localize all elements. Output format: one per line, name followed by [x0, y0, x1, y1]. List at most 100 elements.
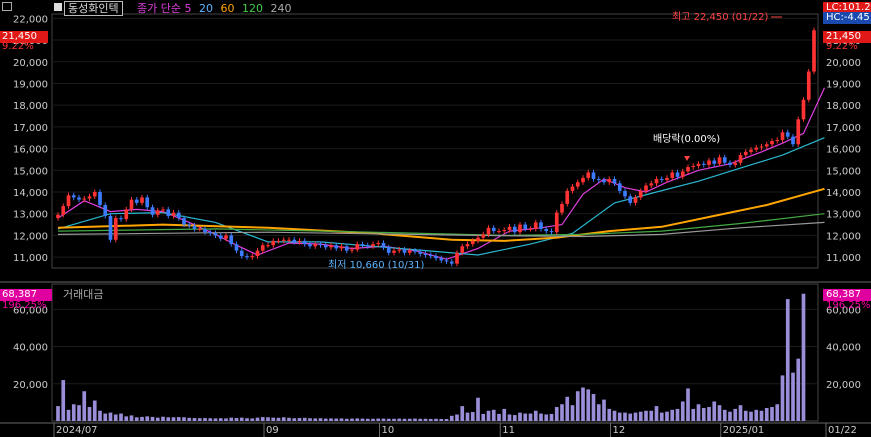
- volume-tick-label-right: 20,000: [826, 380, 861, 391]
- volume-bar: [449, 415, 454, 421]
- volume-bar: [71, 404, 76, 421]
- volume-bar: [92, 400, 97, 421]
- volume-bar: [176, 417, 181, 421]
- volume-bar: [239, 417, 244, 421]
- volume-bar: [302, 417, 307, 421]
- x-tick-label: 2024/07: [56, 425, 98, 436]
- volume-bar: [98, 410, 102, 421]
- candle-body: [166, 209, 171, 216]
- volume-bar: [134, 417, 139, 421]
- candle-body: [66, 195, 71, 207]
- candle-body: [455, 252, 459, 264]
- volume-bar: [486, 410, 491, 421]
- price-tick-label-left: 18,000: [13, 101, 48, 112]
- candle-body: [113, 218, 118, 240]
- candle-body: [649, 183, 654, 186]
- volume-tick-label-right: 40,000: [826, 343, 861, 354]
- candle-body: [234, 244, 239, 251]
- volume-bar: [208, 418, 213, 421]
- volume-bar: [197, 418, 202, 421]
- dividend-annotation: 배당락(0.00%): [653, 133, 720, 145]
- volume-bar: [591, 394, 596, 421]
- volume-bar: [623, 412, 627, 421]
- candle-body: [570, 186, 575, 191]
- price-tick-label-right: 12,000: [826, 231, 861, 242]
- candle-body: [497, 231, 501, 233]
- volume-bar: [292, 418, 297, 421]
- menu-icon[interactable]: [2, 2, 12, 11]
- volume-bar: [586, 389, 591, 421]
- candle-body: [182, 218, 186, 225]
- volume-bar: [764, 407, 769, 421]
- price-tick-label-right: 16,000: [826, 145, 861, 156]
- candle-body: [213, 233, 218, 236]
- candle-body: [365, 245, 370, 247]
- candle-body: [187, 224, 192, 226]
- volume-bar: [560, 404, 564, 421]
- volume-bar: [402, 418, 407, 421]
- volume-bar: [680, 401, 685, 421]
- volume-bar: [539, 413, 543, 421]
- candle-body: [140, 197, 144, 203]
- candle-body: [434, 256, 438, 259]
- price-tick-label-right: 14,000: [826, 188, 861, 199]
- ma-legend: 종가 단순 5 20 60 120 240: [137, 0, 291, 15]
- price-tick-label-left: 20,000: [13, 58, 48, 69]
- volume-bar: [712, 401, 717, 421]
- candle-body: [444, 260, 449, 262]
- candle-body: [77, 197, 81, 200]
- x-tick-label: 09: [266, 425, 279, 436]
- price-tick-label-right: 11,000: [826, 253, 861, 264]
- volume-bar: [733, 408, 738, 421]
- candle-body: [413, 250, 417, 252]
- ma-60-label: 60: [220, 2, 235, 15]
- candle-body: [318, 244, 323, 246]
- volume-bar: [544, 414, 549, 421]
- candle-body: [659, 178, 664, 181]
- candle-body: [486, 227, 491, 235]
- x-tick-label: 2025/01: [723, 425, 765, 436]
- price-tick-label-right: 19,000: [826, 79, 861, 90]
- candle-body: [491, 227, 496, 232]
- price-tick-label-right: 17,000: [826, 123, 861, 134]
- price-tick-label-left: 14,000: [13, 188, 48, 199]
- volume-bar: [129, 415, 134, 421]
- candle-body: [302, 240, 307, 245]
- candle-body: [812, 30, 816, 72]
- volume-bar: [775, 404, 780, 421]
- price-tick-label-left: 11,000: [13, 253, 48, 264]
- candle-body: [323, 245, 328, 248]
- volume-bar: [470, 412, 475, 421]
- volume-bar: [318, 418, 323, 421]
- candle-body: [208, 232, 213, 234]
- stock-name-box[interactable]: 동성화인텍: [64, 1, 123, 16]
- x-tick-label: 01/22: [828, 425, 857, 436]
- candle-body: [192, 225, 197, 229]
- ma-120-label: 120: [241, 2, 263, 15]
- volume-bar: [722, 409, 727, 421]
- x-tick-label: 10: [382, 425, 395, 436]
- volume-bar: [554, 407, 559, 421]
- volume-bar: [665, 411, 669, 421]
- volume-bar: [780, 375, 785, 421]
- volume-bar: [644, 410, 648, 421]
- candle-body: [560, 203, 564, 213]
- volume-bar: [701, 407, 706, 421]
- volume-bar: [166, 417, 171, 421]
- volume-bar: [66, 409, 71, 421]
- candle-body: [476, 237, 480, 241]
- candle-body: [591, 172, 596, 179]
- candle-body: [749, 149, 753, 152]
- volume-bar: [738, 405, 743, 421]
- checkbox-icon[interactable]: [54, 3, 62, 11]
- candle-body: [161, 209, 165, 211]
- volume-bar: [607, 408, 612, 421]
- candle-body: [670, 172, 675, 178]
- volume-bar: [355, 418, 360, 421]
- candle-body: [738, 155, 743, 163]
- candle-body: [796, 119, 801, 145]
- candle-body: [108, 215, 113, 240]
- volume-bar: [161, 416, 165, 421]
- volume-bar: [245, 418, 249, 421]
- candle-body: [145, 197, 150, 208]
